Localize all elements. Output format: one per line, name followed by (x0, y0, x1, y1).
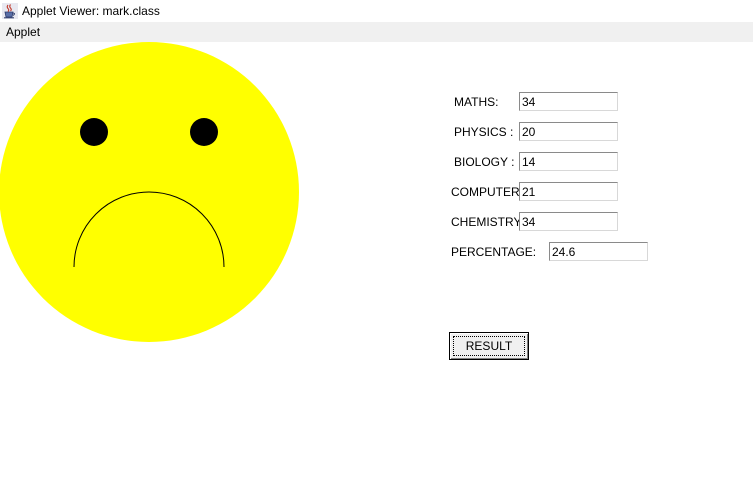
biology-label: BIOLOGY : (454, 155, 515, 169)
applet-viewer-window: Applet Viewer: mark.class Applet MATHS: … (0, 0, 753, 494)
maths-field[interactable] (519, 92, 618, 111)
left-eye (80, 118, 108, 146)
title-bar: Applet Viewer: mark.class (0, 0, 753, 22)
percentage-label: PERCENTAGE: (451, 245, 537, 259)
menu-bar: Applet (0, 22, 753, 42)
percentage-field[interactable] (549, 242, 648, 261)
right-eye (190, 118, 218, 146)
chemistry-label: CHEMISTRY (451, 215, 522, 229)
computer-field[interactable] (519, 182, 618, 201)
biology-field[interactable] (519, 152, 618, 171)
result-button[interactable]: RESULT (449, 332, 529, 360)
physics-label: PHYSICS : (454, 125, 514, 139)
computer-label: COMPUTER (451, 185, 520, 199)
result-button-label: RESULT (465, 339, 513, 353)
applet-canvas: MATHS: PHYSICS : BIOLOGY : COMPUTER CHEM… (0, 42, 753, 494)
sad-face-drawing (0, 42, 299, 342)
java-cup-icon (2, 3, 18, 19)
chemistry-field[interactable] (519, 212, 618, 231)
window-title: Applet Viewer: mark.class (22, 4, 160, 18)
maths-label: MATHS: (454, 95, 499, 109)
physics-field[interactable] (519, 122, 618, 141)
menu-applet[interactable]: Applet (6, 25, 40, 39)
